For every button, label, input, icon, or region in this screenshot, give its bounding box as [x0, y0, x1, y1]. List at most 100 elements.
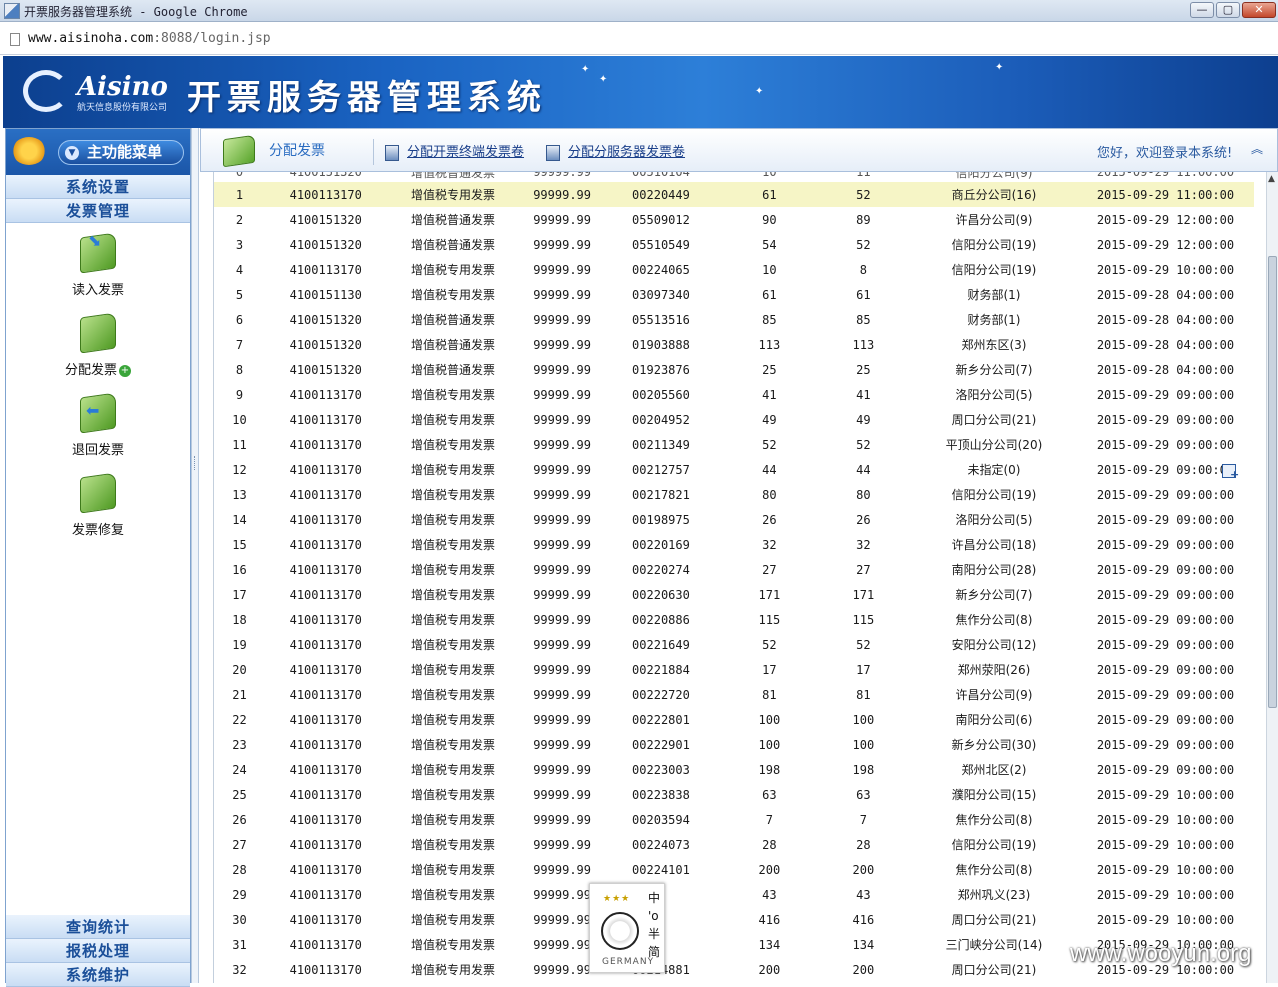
tool-repair-invoice[interactable]: 发票修复: [6, 469, 190, 549]
table-row[interactable]: 20 4100113170 增值税专用发票 99999.99 00221884 17 17 郑…: [214, 657, 1254, 682]
table-row[interactable]: 1 4100113170 增值税专用发票 99999.99 00220449 61 52 商丘…: [214, 182, 1254, 207]
table-row[interactable]: 7 4100151320 增值税普通发票 99999.99 01903888 113 113…: [214, 332, 1254, 357]
table-row-partial[interactable]: 0 4100151320 增值税普通发票 99999.99 00510104 10 11 信阳…: [214, 172, 1254, 182]
tax-code: 4100113170: [289, 262, 362, 277]
row-number: 7: [235, 337, 244, 352]
table-row[interactable]: 18 4100113170 增值税专用发票 99999.99 00220886 115 11…: [214, 607, 1254, 632]
count-total: 113: [758, 337, 781, 352]
table-row[interactable]: 14 4100113170 增值税专用发票 99999.99 00198975 26 26 洛…: [214, 507, 1254, 532]
invoice-type: 增值税专用发票: [410, 438, 495, 452]
table-row[interactable]: 21 4100113170 增值税专用发票 99999.99 00222720 81 81 许…: [214, 682, 1254, 707]
sparkle-icon: ✦: [755, 86, 764, 97]
section-system-settings[interactable]: 系统设置: [6, 175, 190, 199]
overlay-badge: ★★★ GERMANY 中 'o 半 简: [589, 883, 665, 973]
branch: 安阳分公司(12): [951, 638, 1037, 652]
panel-splitter[interactable]: [191, 128, 199, 983]
link-distribute-server-rolls[interactable]: 分配分服务器发票卷: [546, 141, 685, 161]
section-system-maintenance[interactable]: 系统维护: [6, 963, 190, 987]
table-row[interactable]: 30 4100113170 增值税专用发票 99999.99 416 416 周口分公司(2…: [214, 907, 1254, 932]
folder-icon: [223, 134, 255, 168]
section-query-statistics[interactable]: 查询统计: [6, 915, 190, 939]
table-row[interactable]: 13 4100113170 增值税专用发票 99999.99 00217821 80 80 信…: [214, 482, 1254, 507]
table-row[interactable]: 6 4100151320 增值税普通发票 99999.99 05513516 85 85 财务…: [214, 307, 1254, 332]
table-row[interactable]: 3 4100151320 增值税普通发票 99999.99 05510549 54 52 信阳…: [214, 232, 1254, 257]
count-total: 200: [758, 962, 781, 977]
table-row[interactable]: 23 4100113170 增值税专用发票 99999.99 00222901 100 10…: [214, 732, 1254, 757]
amount-limit: 99999.99: [533, 762, 591, 777]
tool-label-with-plus: 分配发票 +: [6, 359, 190, 378]
table-row[interactable]: 25 4100113170 增值税专用发票 99999.99 00223838 63 63 濮…: [214, 782, 1254, 807]
side-char: 'o: [648, 909, 659, 923]
vertical-scrollbar[interactable]: ▲: [1266, 172, 1278, 983]
maximize-button[interactable]: ▢: [1216, 2, 1240, 18]
tool-label: 发票修复: [71, 523, 124, 538]
amount-limit: 99999.99: [533, 637, 591, 652]
start-number: 00223003: [632, 762, 690, 777]
table-row[interactable]: 26 4100113170 增值税专用发票 99999.99 00203594 7 7 焦作分…: [214, 807, 1254, 832]
table-row[interactable]: 2 4100151320 增值税普通发票 99999.99 05509012 90 89 许昌…: [214, 207, 1254, 232]
table-row[interactable]: 22 4100113170 增值税专用发票 99999.99 00222801 100 10…: [214, 707, 1254, 732]
assign-time: 2015-09-29 09:00:00: [1096, 762, 1235, 777]
assign-time: 2015-09-29 09:00:00: [1096, 562, 1235, 577]
url-host: www.aisinoha.com: [28, 31, 154, 46]
count-total: 115: [758, 612, 781, 627]
table-row[interactable]: 10 4100113170 增值税专用发票 99999.99 00204952 49 49 周…: [214, 407, 1254, 432]
assign-time: 2015-09-29 09:00:00: [1096, 487, 1235, 502]
scroll-thumb[interactable]: [1268, 256, 1277, 708]
link-distribute-terminal-rolls[interactable]: 分配开票终端发票卷: [385, 141, 524, 161]
url-text[interactable]: www.aisinoha.com:8088/login.jsp: [28, 31, 271, 46]
row-number: 3: [235, 237, 244, 252]
section-tax-filing[interactable]: 报税处理: [6, 939, 190, 963]
table-row[interactable]: 9 4100113170 增值税专用发票 99999.99 00205560 41 41 洛阳…: [214, 382, 1254, 407]
tax-code: 4100113170: [289, 662, 362, 677]
branch: 周口分公司(21): [951, 413, 1037, 427]
count-remaining: 7: [859, 812, 868, 827]
invoice-type: 增值税专用发票: [410, 938, 495, 952]
table-row[interactable]: 19 4100113170 增值税专用发票 99999.99 00221649 52 52 安…: [214, 632, 1254, 657]
count-total: 63: [762, 787, 777, 802]
table-row[interactable]: 11 4100113170 增值税专用发票 99999.99 00211349 52 52 平…: [214, 432, 1254, 457]
tax-code: 4100151320: [289, 337, 362, 352]
start-number: 00220630: [632, 587, 690, 602]
table-row[interactable]: 24 4100113170 增值税专用发票 99999.99 00223003 198 19…: [214, 757, 1254, 782]
collapse-up-icon[interactable]: ︽: [1251, 140, 1263, 157]
table-row[interactable]: 29 4100113170 增值税专用发票 99999.99 43 43 郑州巩义(23) 2…: [214, 882, 1254, 907]
count-total: 198: [758, 762, 781, 777]
count-remaining: 85: [856, 312, 871, 327]
amount-limit: 99999.99: [533, 262, 591, 277]
start-number: 01923876: [632, 362, 690, 377]
close-button[interactable]: ✕: [1242, 2, 1276, 18]
section-invoice-management[interactable]: 发票管理: [6, 199, 190, 223]
stars-icon: ★★★: [603, 894, 631, 904]
tool-read-invoice[interactable]: ⬊ 读入发票: [6, 229, 190, 309]
table-row[interactable]: 4 4100113170 增值税专用发票 99999.99 00224065 10 8 信阳分…: [214, 257, 1254, 282]
main-menu-button[interactable]: ▼ 主功能菜单: [58, 140, 184, 165]
invoice-type: 增值税普通发票: [410, 313, 495, 327]
table-row[interactable]: 15 4100113170 增值税专用发票 99999.99 00220169 32 32 许…: [214, 532, 1254, 557]
sparkle-icon: ✦: [581, 64, 590, 75]
table-row[interactable]: 8 4100151320 增值税普通发票 99999.99 01923876 25 25 新乡…: [214, 357, 1254, 382]
minimize-button[interactable]: —: [1190, 2, 1214, 18]
assign-time: 2015-09-28 04:00:00: [1096, 337, 1235, 352]
edit-add-icon[interactable]: [1222, 464, 1239, 481]
address-bar[interactable]: www.aisinoha.com:8088/login.jsp: [0, 23, 1278, 55]
table-row[interactable]: 27 4100113170 增值税专用发票 99999.99 00224073 28 28 信…: [214, 832, 1254, 857]
splitter-grip[interactable]: [194, 456, 196, 470]
scroll-up-icon[interactable]: ▲: [1268, 174, 1275, 184]
app-banner: Aisino 航天信息股份有限公司 开票服务器管理系统 ✦ ✦ ✦ ✦: [3, 56, 1278, 128]
branch: 南阳分公司(28): [951, 563, 1037, 577]
tax-code: 4100113170: [289, 387, 362, 402]
table-row[interactable]: 5 4100151130 增值税专用发票 99999.99 03097340 61 61 财务…: [214, 282, 1254, 307]
table-row[interactable]: 28 4100113170 增值税专用发票 99999.99 00224101 200 20…: [214, 857, 1254, 882]
assign-time: 2015-09-29 09:00:00: [1096, 437, 1235, 452]
tool-distribute-invoice[interactable]: 分配发票 +: [6, 309, 190, 389]
amount-limit: 99999.99: [533, 237, 591, 252]
table-row[interactable]: 17 4100113170 增值税专用发票 99999.99 00220630 171 17…: [214, 582, 1254, 607]
assign-time: 2015-09-29 12:00:00: [1096, 212, 1235, 227]
branch: 许昌分公司(9): [955, 688, 1033, 702]
assign-time: 2015-09-29 10:00:00: [1096, 912, 1235, 927]
table-row[interactable]: 16 4100113170 增值税专用发票 99999.99 00220274 27 27 南…: [214, 557, 1254, 582]
table-row[interactable]: 12 4100113170 增值税专用发票 99999.99 00212757 44 44 未…: [214, 457, 1254, 482]
tax-code: 4100113170: [289, 737, 362, 752]
tool-return-invoice[interactable]: ⬅ 退回发票: [6, 389, 190, 469]
